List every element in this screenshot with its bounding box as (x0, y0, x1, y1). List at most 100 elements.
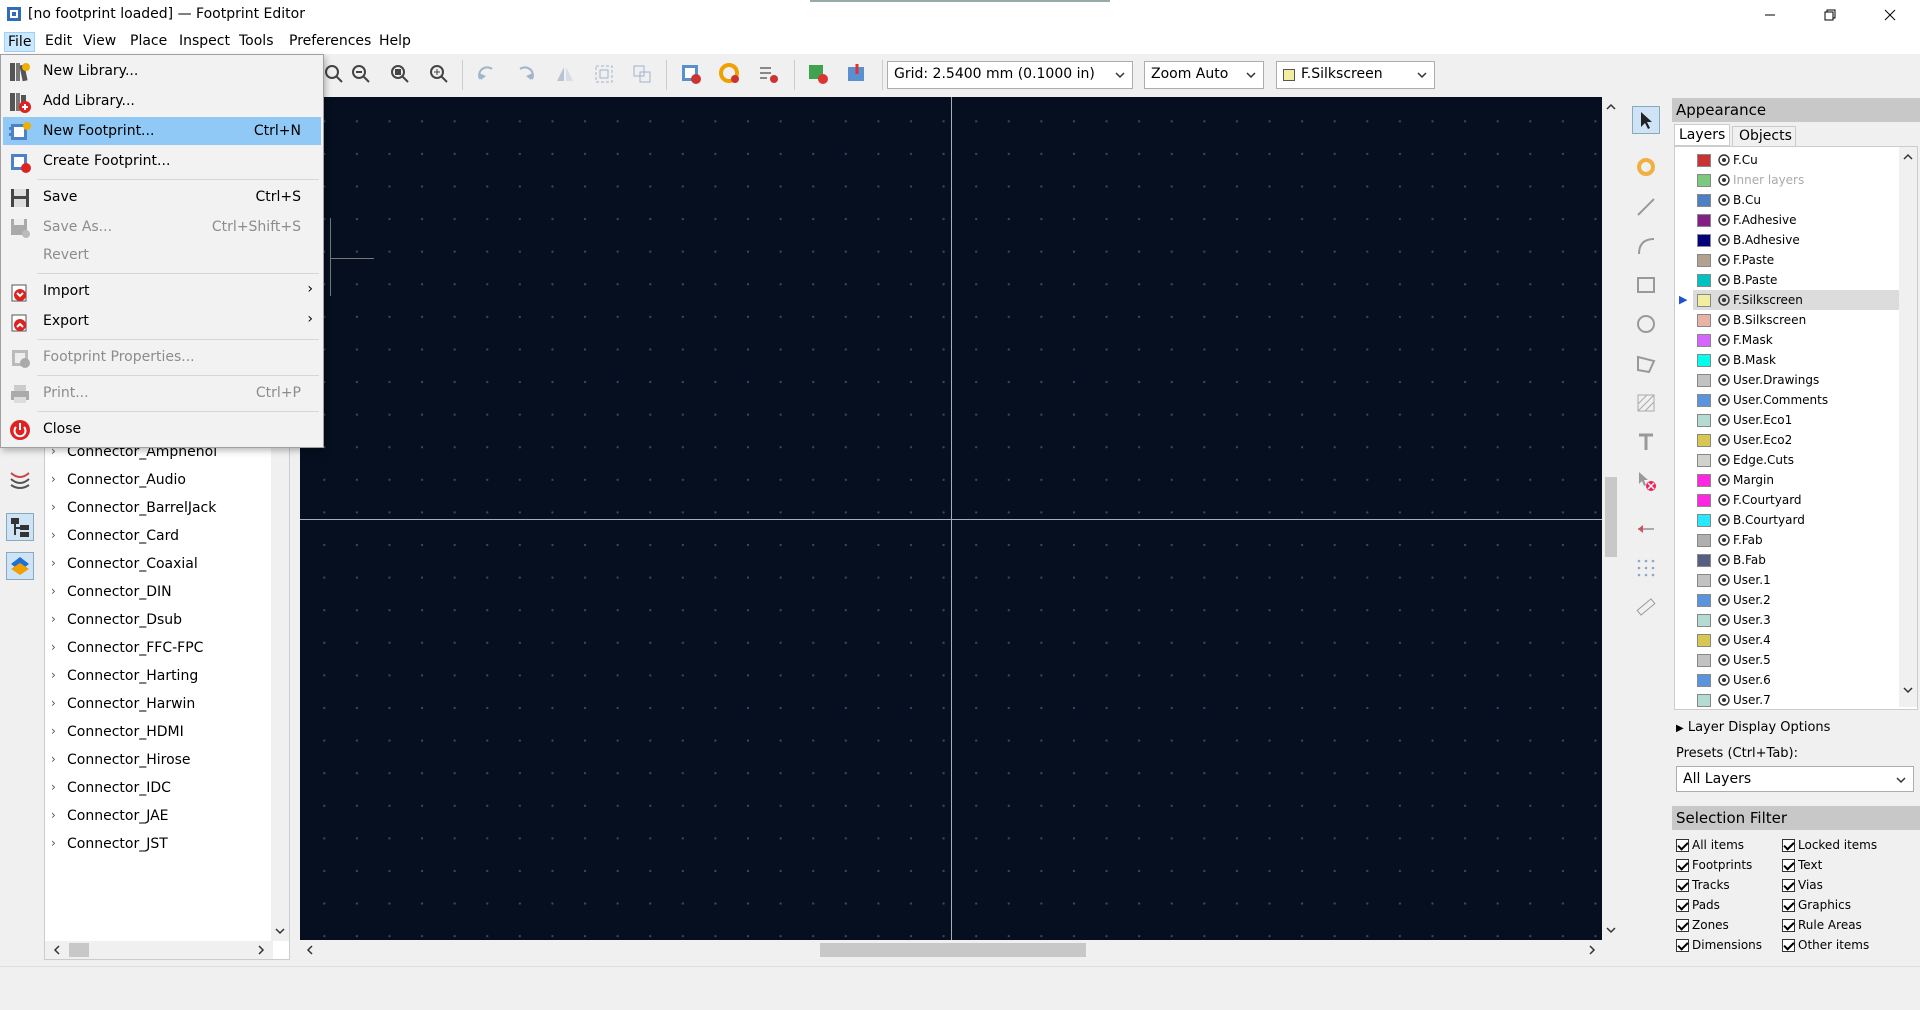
restore-button[interactable] (1802, 0, 1858, 30)
layer-color-swatch[interactable] (1697, 314, 1711, 327)
checkbox-checked-icon[interactable] (1676, 839, 1689, 852)
menu-inspect[interactable]: Inspect (176, 32, 233, 50)
layer-color-swatch[interactable] (1697, 434, 1711, 447)
layer-row[interactable]: User.Comments (1693, 390, 1903, 410)
eye-icon[interactable] (1717, 534, 1731, 546)
layer-color-swatch[interactable] (1697, 194, 1711, 207)
eye-icon[interactable] (1717, 574, 1731, 586)
add-pad-icon[interactable] (1632, 153, 1660, 181)
draw-polygon-icon[interactable] (1632, 350, 1660, 378)
layer-display-options[interactable]: ▶ Layer Display Options (1676, 720, 1830, 735)
menu-import[interactable]: Import › (3, 277, 321, 305)
menu-add-library[interactable]: Add Library... (3, 87, 321, 115)
layer-color-swatch[interactable] (1697, 574, 1711, 587)
library-item[interactable]: › Connector_Card (45, 523, 271, 549)
library-item[interactable]: › Connector_JAE (45, 803, 271, 829)
eye-icon[interactable] (1717, 494, 1731, 506)
layer-row[interactable]: B.Fab (1693, 550, 1903, 570)
canvas-hscroll[interactable] (300, 940, 1602, 960)
layer-row[interactable]: B.Silkscreen (1693, 310, 1903, 330)
draw-arc-icon[interactable] (1632, 232, 1660, 260)
zoom-select[interactable]: Zoom Auto (1144, 61, 1264, 89)
layer-color-swatch[interactable] (1697, 294, 1711, 307)
filter-checkbox[interactable]: Zones (1676, 918, 1729, 932)
eye-icon[interactable] (1717, 274, 1731, 286)
load-from-board-icon[interactable] (804, 60, 832, 88)
library-item[interactable]: › Connector_IDC (45, 775, 271, 801)
library-hscroll[interactable] (45, 941, 273, 959)
eye-icon[interactable] (1717, 314, 1731, 326)
eye-icon[interactable] (1717, 434, 1731, 446)
layer-color-swatch[interactable] (1697, 214, 1711, 227)
checkbox-checked-icon[interactable] (1782, 919, 1795, 932)
tab-objects[interactable]: Objects (1732, 126, 1796, 146)
layer-color-swatch[interactable] (1697, 634, 1711, 647)
filter-checkbox[interactable]: Other items (1782, 938, 1869, 952)
layer-row[interactable]: User.3 (1693, 610, 1903, 630)
checkbox-checked-icon[interactable] (1676, 899, 1689, 912)
layer-row[interactable]: User.Drawings (1693, 370, 1903, 390)
layer-vscroll[interactable] (1899, 147, 1917, 707)
eye-icon[interactable] (1717, 594, 1731, 606)
menu-footprint-properties[interactable]: Footprint Properties... (3, 343, 321, 371)
layer-row[interactable]: User.4 (1693, 630, 1903, 650)
draw-rectangle-icon[interactable] (1632, 271, 1660, 299)
layer-color-swatch[interactable] (1697, 534, 1711, 547)
layer-row[interactable]: User.5 (1693, 650, 1903, 670)
library-tree-toggle-icon[interactable] (6, 513, 34, 541)
layer-row[interactable]: User.Eco2 (1693, 430, 1903, 450)
layer-color-swatch[interactable] (1697, 674, 1711, 687)
library-vscroll[interactable] (271, 361, 289, 941)
mirror-icon[interactable] (551, 60, 579, 88)
layer-color-swatch[interactable] (1697, 234, 1711, 247)
layer-row[interactable]: User.1 (1693, 570, 1903, 590)
measure-icon[interactable] (1632, 593, 1660, 621)
menu-preferences[interactable]: Preferences (286, 32, 374, 50)
layer-color-swatch[interactable] (1697, 694, 1711, 707)
menu-print[interactable]: Print... Ctrl+P (3, 379, 321, 407)
filter-checkbox[interactable]: Locked items (1782, 838, 1877, 852)
layer-row[interactable]: F.Adhesive (1693, 210, 1903, 230)
rotate-ccw-icon[interactable] (472, 60, 500, 88)
tab-layers[interactable]: Layers (1674, 124, 1730, 146)
layer-row[interactable]: F.Paste (1693, 250, 1903, 270)
close-window-button[interactable] (1862, 0, 1918, 30)
menu-new-footprint[interactable]: New Footprint... Ctrl+N (3, 117, 321, 145)
filter-checkbox[interactable]: Graphics (1782, 898, 1851, 912)
layer-color-swatch[interactable] (1697, 654, 1711, 667)
menu-create-footprint[interactable]: Create Footprint... (3, 147, 321, 175)
menu-help[interactable]: Help (376, 32, 414, 50)
layer-row[interactable]: F.Cu (1693, 150, 1903, 170)
appearance-toggle-icon[interactable] (6, 552, 34, 580)
checkbox-checked-icon[interactable] (1676, 919, 1689, 932)
eye-icon[interactable] (1717, 454, 1731, 466)
layer-color-swatch[interactable] (1697, 554, 1711, 567)
library-item[interactable]: › Connector_FFC-FPC (45, 635, 271, 661)
menu-save[interactable]: Save Ctrl+S (3, 183, 321, 211)
library-item[interactable]: › Connector_Harwin (45, 691, 271, 717)
layer-select[interactable]: F.Silkscreen (1276, 61, 1435, 89)
insert-into-board-icon[interactable] (843, 60, 871, 88)
layer-color-swatch[interactable] (1697, 454, 1711, 467)
menu-save-as[interactable]: Save As... Ctrl+Shift+S (3, 213, 321, 241)
layer-color-swatch[interactable] (1697, 174, 1711, 187)
eye-icon[interactable] (1717, 234, 1731, 246)
library-item[interactable]: › Connector_Coaxial (45, 551, 271, 577)
layer-row[interactable]: Edge.Cuts (1693, 450, 1903, 470)
group-icon[interactable] (590, 60, 618, 88)
checkbox-checked-icon[interactable] (1782, 879, 1795, 892)
library-item[interactable]: › Connector_Dsub (45, 607, 271, 633)
grid-select[interactable]: Grid: 2.5400 mm (0.1000 in) (887, 61, 1133, 89)
eye-icon[interactable] (1717, 414, 1731, 426)
layer-color-swatch[interactable] (1697, 154, 1711, 167)
layer-color-swatch[interactable] (1697, 334, 1711, 347)
eye-icon[interactable] (1717, 394, 1731, 406)
layer-color-swatch[interactable] (1697, 374, 1711, 387)
layer-color-swatch[interactable] (1697, 354, 1711, 367)
draw-circle-icon[interactable] (1632, 310, 1660, 338)
library-item[interactable]: › Connector_Audio (45, 467, 271, 493)
library-item[interactable]: › Connector_Harting (45, 663, 271, 689)
checkbox-checked-icon[interactable] (1676, 859, 1689, 872)
layer-color-swatch[interactable] (1697, 254, 1711, 267)
footprint-properties-icon[interactable] (677, 60, 705, 88)
